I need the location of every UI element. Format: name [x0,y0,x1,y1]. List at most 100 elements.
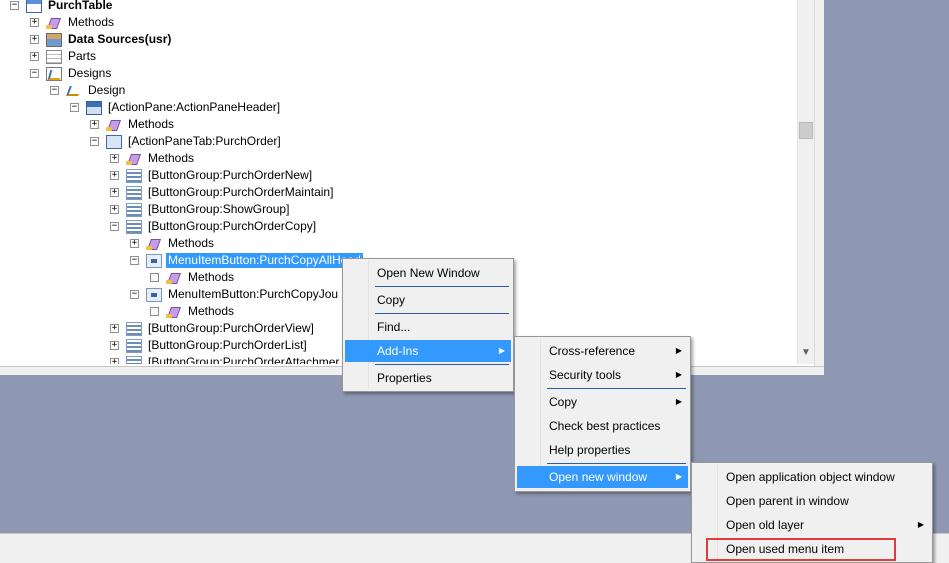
expand-icon[interactable]: + [110,188,119,197]
tree-node-label: Methods [188,304,235,318]
tree-node-methods[interactable]: + Methods [30,14,116,31]
collapse-icon[interactable]: − [90,137,99,146]
expand-icon[interactable]: + [30,18,39,27]
collapse-icon[interactable]: − [70,103,79,112]
menu-item-label: Add-Ins [377,344,419,358]
tree-node-label: MenuItemButton:PurchCopyJou [168,287,339,301]
menu-item-label: Open New Window [377,266,480,280]
tree-node-buttongroup-view[interactable]: + [ButtonGroup:PurchOrderView] [110,320,316,337]
tree-node-purchtable[interactable]: − PurchTable [10,0,114,14]
tree-node-label: Designs [68,66,112,80]
menu-item-open-used-menu-item[interactable]: Open used menu item [694,538,930,560]
menu-item-copy[interactable]: Copy ▶ [517,391,688,413]
submenu-arrow-icon: ▶ [675,370,682,379]
expand-icon[interactable]: + [110,171,119,180]
methods-icon [46,16,62,30]
menu-item-find[interactable]: Find... [345,316,511,338]
vertical-scrollbar[interactable]: ▼ [797,0,814,364]
parts-icon [46,49,62,64]
tree-node-design[interactable]: − Design [50,82,127,99]
tree-node-buttongroup-list[interactable]: + [ButtonGroup:PurchOrderList] [110,337,309,354]
datasources-icon [46,32,62,47]
tree-node-label: Design [88,83,126,97]
collapse-icon[interactable]: − [110,222,119,231]
tree-node-actionpanetab[interactable]: − [ActionPaneTab:PurchOrder] [90,133,283,150]
menu-item-open-old-layer[interactable]: Open old layer ▶ [694,514,930,536]
expand-icon[interactable]: + [30,35,39,44]
tree-node-label: Data Sources(usr) [68,32,172,46]
menu-item-security-tools[interactable]: Security tools ▶ [517,364,688,386]
buttongroup-icon [126,338,142,353]
tree-node-buttongroup-attachments[interactable]: + [ButtonGroup:PurchOrderAttachmer [110,354,341,364]
tree-node-data-sources[interactable]: + Data Sources(usr) [30,31,173,48]
menu-item-open-application-object-window[interactable]: Open application object window [694,466,930,488]
expand-icon[interactable]: + [110,205,119,214]
tree-node-label: [ButtonGroup:PurchOrderNew] [148,168,313,182]
buttongroup-icon [126,355,142,364]
context-menu: Open New Window Copy Find... Add-Ins ▶ Pr… [342,258,514,392]
collapse-icon[interactable]: − [130,290,139,299]
tree-node-buttongroup-show[interactable]: + [ButtonGroup:ShowGroup] [110,201,291,218]
menu-item-help-properties[interactable]: Help properties [517,439,688,461]
menu-item-open-parent-in-window[interactable]: Open parent in window [694,490,930,512]
tree-node-methods[interactable]: + Methods [90,116,176,133]
tree-node-label: Methods [128,117,175,131]
tree-node-parts[interactable]: + Parts [30,48,98,65]
tree-node-label: [ActionPaneTab:PurchOrder] [128,134,281,148]
scroll-down-icon[interactable]: ▼ [801,348,811,358]
methods-icon [166,271,182,285]
methods-icon [126,152,142,166]
tree-node-label: [ButtonGroup:PurchOrderView] [148,321,314,335]
menu-item-open-new-window[interactable]: Open new window ▶ [517,466,688,488]
menu-item-label: Find... [377,320,411,334]
expand-icon[interactable]: + [30,52,39,61]
menubutton-icon [146,253,162,268]
expand-icon[interactable]: + [130,239,139,248]
menu-item-label: Copy [377,293,406,307]
collapse-icon[interactable]: − [30,69,39,78]
leaf-box-icon [150,307,159,316]
methods-icon [146,237,162,251]
menu-item-label: Copy [549,395,578,409]
expand-icon[interactable]: + [110,341,119,350]
tree-node-methods[interactable]: + Methods [130,235,216,252]
add-ins-submenu: Cross-reference ▶ Security tools ▶ Copy ▶ C… [514,336,691,492]
expand-icon[interactable]: + [90,120,99,129]
tree-node-methods[interactable]: Methods [150,269,236,286]
menu-item-label: Properties [377,371,432,385]
methods-icon [106,118,122,132]
tree-node-label: PurchTable [48,0,113,12]
tree-node-buttongroup-copy[interactable]: − [ButtonGroup:PurchOrderCopy] [110,218,318,235]
menu-item-copy[interactable]: Copy [345,289,511,311]
tree-node-buttongroup-maintain[interactable]: + [ButtonGroup:PurchOrderMaintain] [110,184,335,201]
tree-node-methods[interactable]: Methods [150,303,236,320]
open-new-window-submenu: Open application object window Open pare… [691,462,933,563]
menu-item-label: Open used menu item [726,542,845,556]
expand-icon[interactable]: + [110,154,119,163]
expand-icon[interactable]: + [110,358,119,364]
tree-node-buttongroup-new[interactable]: + [ButtonGroup:PurchOrderNew] [110,167,314,184]
menu-item-label: Security tools [549,368,622,382]
collapse-icon[interactable]: − [130,256,139,265]
tree-node-menuitembutton-journal[interactable]: − MenuItemButton:PurchCopyJou [130,286,340,303]
tree-node-label: [ButtonGroup:ShowGroup] [148,202,290,216]
tree-node-menuitembutton-allheader[interactable]: − MenuItemButton:PurchCopyAllHead [130,252,363,269]
menu-item-check-best-practices[interactable]: Check best practices [517,415,688,437]
tree-node-actionpane[interactable]: − [ActionPane:ActionPaneHeader] [70,99,282,116]
menu-item-open-new-window[interactable]: Open New Window [345,262,511,284]
tree-node-methods[interactable]: + Methods [110,150,196,167]
expand-icon[interactable]: + [110,324,119,333]
menu-item-add-ins[interactable]: Add-Ins ▶ [345,340,511,362]
designs-icon [46,66,62,81]
tree-node-label: [ButtonGroup:PurchOrderAttachmer [148,355,340,364]
menu-item-properties[interactable]: Properties [345,367,511,389]
tree-node-designs[interactable]: − Designs [30,65,113,82]
menu-item-cross-reference[interactable]: Cross-reference ▶ [517,340,688,362]
tree-node-label: [ButtonGroup:PurchOrderList] [148,338,307,352]
collapse-icon[interactable]: − [10,1,19,10]
menu-item-label: Help properties [549,443,631,457]
collapse-icon[interactable]: − [50,86,59,95]
scrollbar-thumb[interactable] [799,122,813,139]
menu-item-label: Check best practices [549,419,661,433]
buttongroup-icon [126,185,142,200]
